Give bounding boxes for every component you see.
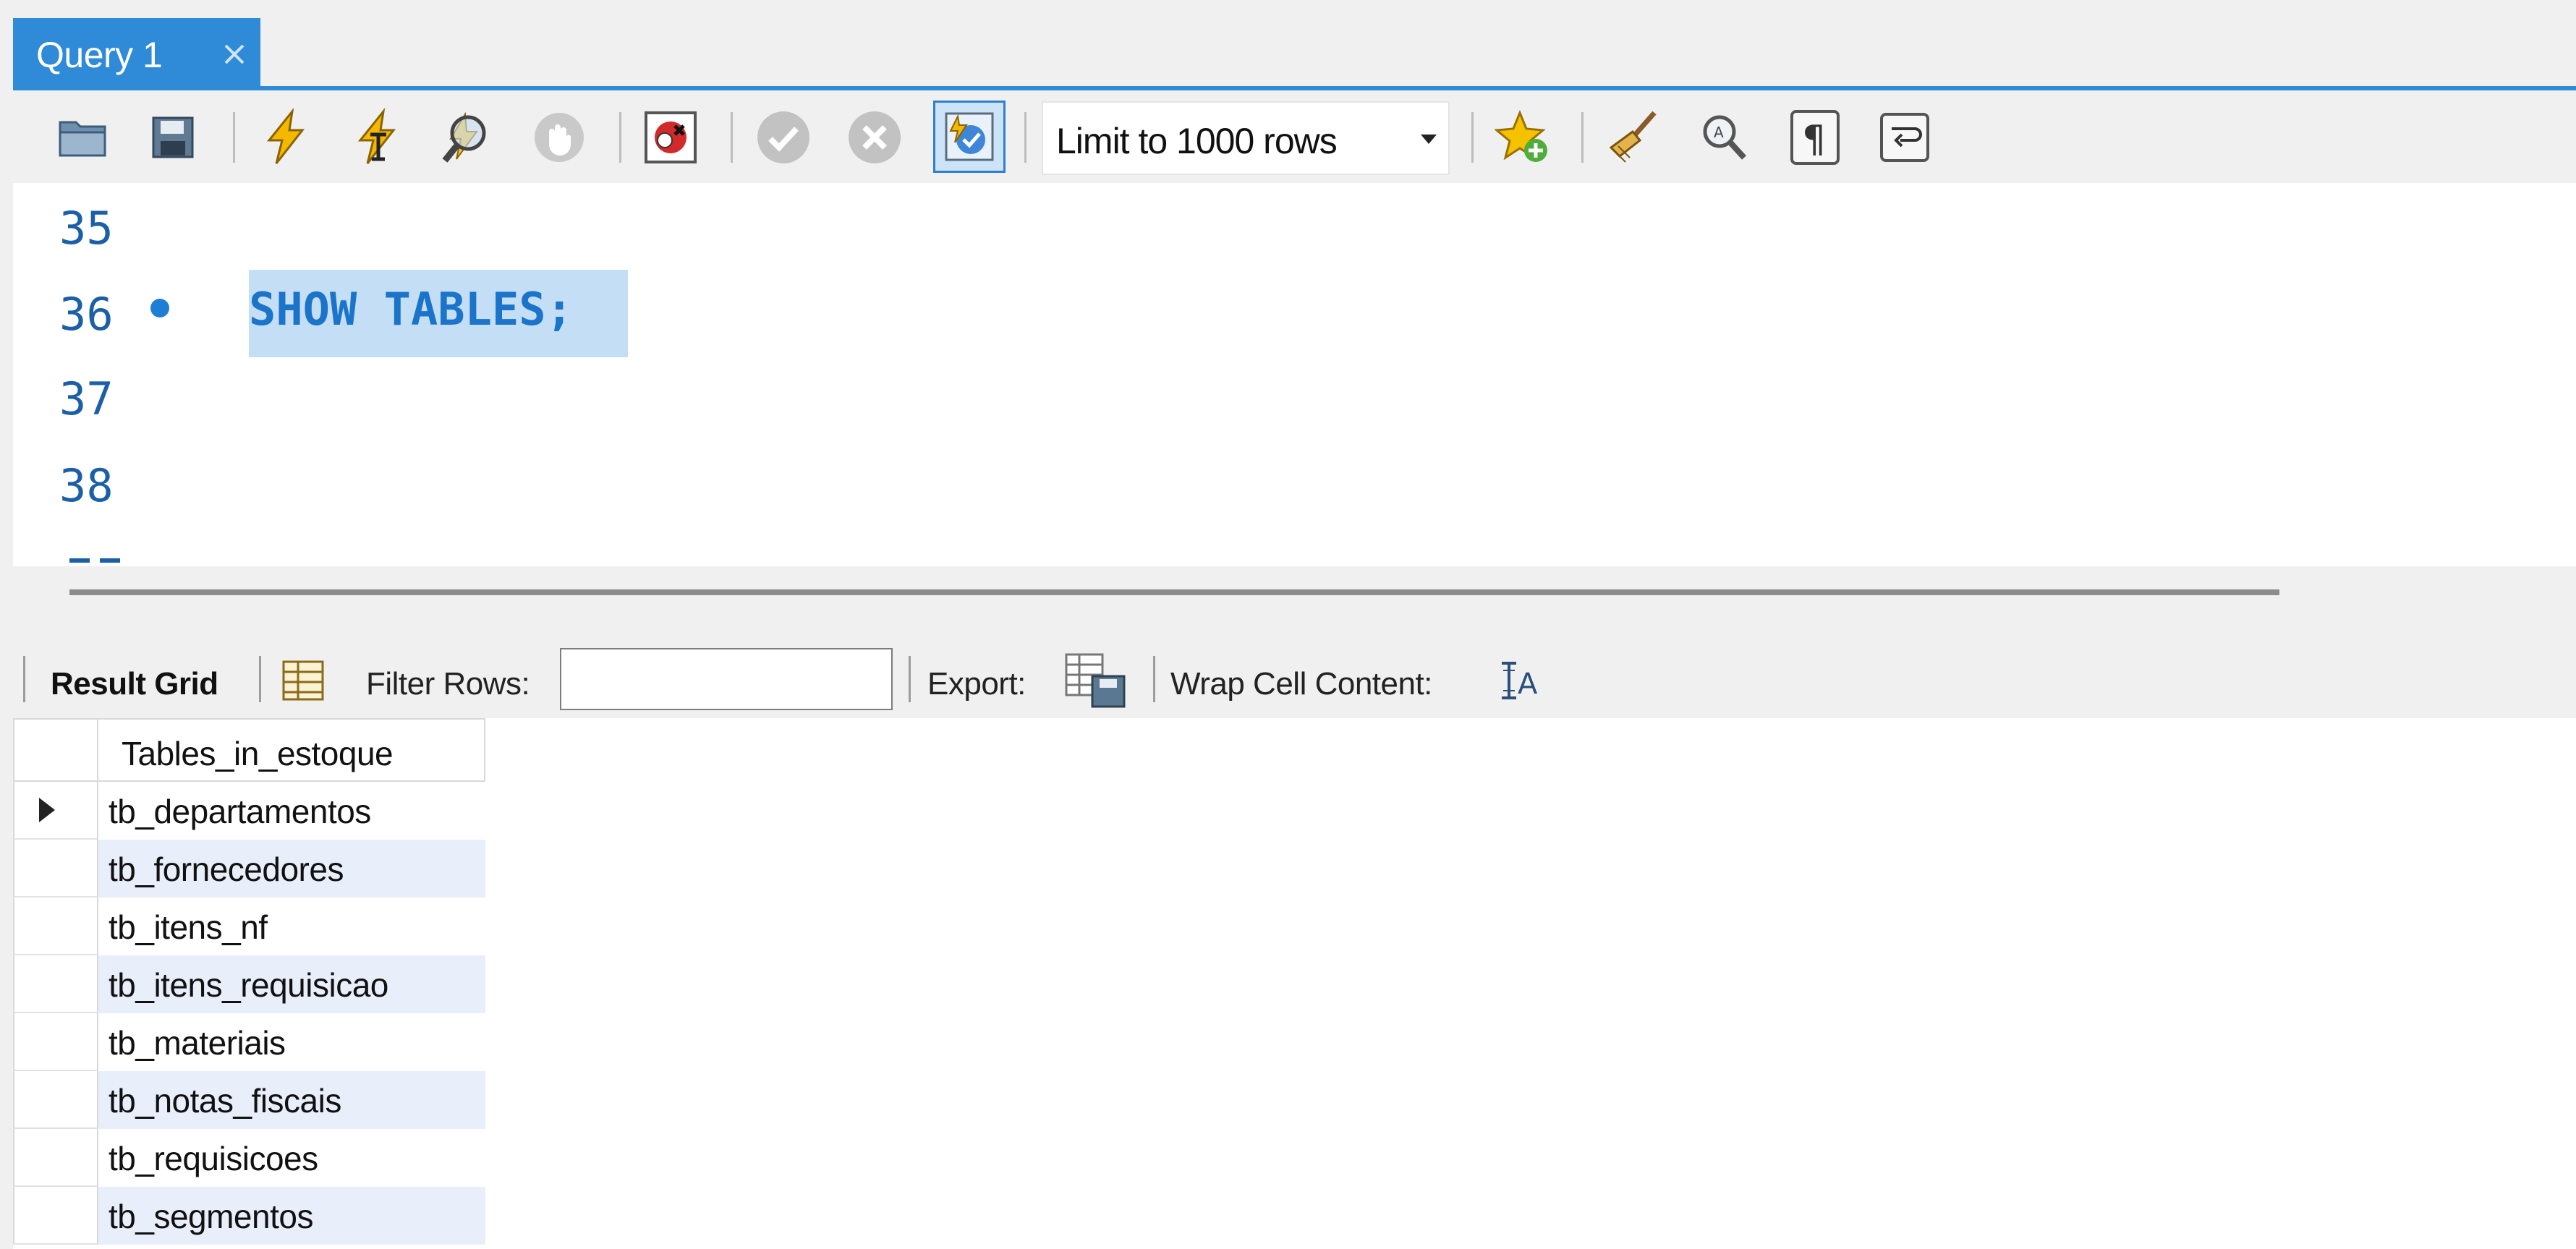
table-cell[interactable]: tb_segmentos <box>98 1187 485 1245</box>
line-number: 38 <box>59 459 114 512</box>
cell-text: tb_itens_nf <box>109 908 268 946</box>
statement-marker-icon <box>150 299 169 317</box>
stop-on-error-icon[interactable] <box>639 106 702 169</box>
toolbar-separator <box>1581 112 1584 163</box>
add-snippet-icon[interactable] <box>1492 106 1554 169</box>
result-grid-tab[interactable]: Result Grid <box>51 666 218 702</box>
cell-text: tb_itens_requisicao <box>109 966 388 1004</box>
cell-text: tb_notas_fiscais <box>109 1082 341 1120</box>
toolbar-separator <box>23 656 25 702</box>
toolbar-separator <box>619 112 621 163</box>
invisible-chars-icon[interactable]: ¶ <box>1784 106 1846 169</box>
horizontal-scrollbar[interactable] <box>69 589 2279 595</box>
row-gutter[interactable] <box>13 955 98 1013</box>
result-grid[interactable]: Tables_in_estoque tb_departamentos tb_fo… <box>13 718 2576 1249</box>
table-row[interactable]: tb_requisicoes <box>13 1129 485 1187</box>
tab-label: Query 1 <box>36 35 163 75</box>
explain-icon[interactable] <box>437 106 499 169</box>
cell-text: tb_fornecedores <box>109 851 344 888</box>
tab-query-1[interactable]: Query 1 <box>13 18 260 89</box>
table-cell[interactable]: tb_notas_fiscais <box>98 1071 485 1129</box>
line-number: 37 <box>59 372 114 425</box>
sql-editor[interactable]: 35 36 SHOW TABLES; 37 38 <box>13 183 2576 566</box>
row-gutter[interactable] <box>13 1129 98 1187</box>
svg-text:¶: ¶ <box>1802 118 1826 161</box>
row-gutter[interactable] <box>13 1187 98 1245</box>
table-row[interactable]: tb_notas_fiscais <box>13 1071 485 1129</box>
toolbar-separator <box>1471 112 1474 163</box>
sql-toolbar: Limit to 1000 rows A ¶ <box>0 90 2576 183</box>
table-row[interactable]: tb_segmentos <box>13 1187 485 1245</box>
commit-icon[interactable] <box>752 106 815 169</box>
grid-corner[interactable] <box>13 718 98 782</box>
table-row[interactable]: tb_materiais <box>13 1013 485 1071</box>
table-cell[interactable]: tb_requisicoes <box>98 1129 485 1187</box>
row-gutter[interactable] <box>13 898 98 955</box>
table-row[interactable]: tb_fornecedores <box>13 840 485 898</box>
row-gutter[interactable] <box>13 840 98 898</box>
column-header-label: Tables_in_estoque <box>122 735 394 772</box>
filter-rows-input[interactable] <box>560 648 893 710</box>
result-toolbar: Result Grid Filter Rows: Export: Wrap Ce… <box>0 639 2576 718</box>
toolbar-separator <box>233 112 235 163</box>
code-line[interactable]: SHOW TABLES; <box>249 283 573 336</box>
limit-rows-select[interactable]: Limit to 1000 rows <box>1042 101 1450 175</box>
table-row[interactable]: tb_itens_requisicao <box>13 955 485 1013</box>
svg-text:A: A <box>1714 124 1724 141</box>
cell-text: tb_materiais <box>109 1024 286 1062</box>
rollback-icon[interactable] <box>843 106 906 169</box>
cell-text: tb_segmentos <box>109 1198 313 1235</box>
tab-bar: Query 1 <box>0 0 2576 90</box>
line-number: 35 <box>59 202 114 255</box>
autocommit-icon[interactable] <box>933 101 1006 173</box>
table-cell[interactable]: tb_itens_requisicao <box>98 955 485 1013</box>
table-row[interactable]: tb_itens_nf <box>13 898 485 955</box>
wrap-cell-icon[interactable]: A <box>1497 660 1541 701</box>
wrap-lines-icon[interactable] <box>1874 106 1936 169</box>
toolbar-separator <box>1024 112 1026 163</box>
panel-splitter[interactable] <box>0 566 2576 639</box>
table-cell[interactable]: tb_itens_nf <box>98 898 485 955</box>
table-cell[interactable]: tb_fornecedores <box>98 840 485 898</box>
cell-text: tb_departamentos <box>109 793 371 830</box>
current-row-arrow-icon <box>39 798 55 822</box>
find-icon[interactable]: A <box>1693 106 1755 169</box>
export-icon[interactable] <box>1063 652 1130 709</box>
row-gutter[interactable] <box>13 1013 98 1071</box>
line-number: 36 <box>59 288 114 341</box>
export-label: Export: <box>927 666 1026 702</box>
save-icon[interactable] <box>142 106 204 169</box>
svg-text:A: A <box>1518 668 1538 701</box>
beautify-icon[interactable] <box>1602 106 1664 169</box>
form-editor-icon[interactable] <box>281 659 326 702</box>
toolbar-separator <box>909 656 911 702</box>
filter-rows-label: Filter Rows: <box>366 666 530 702</box>
row-gutter[interactable] <box>13 782 98 840</box>
row-gutter[interactable] <box>13 1071 98 1129</box>
toolbar-separator <box>731 112 733 163</box>
line-number-clipped <box>59 555 132 566</box>
grid-header: Tables_in_estoque <box>13 718 485 783</box>
toolbar-separator <box>259 656 261 702</box>
column-header[interactable]: Tables_in_estoque <box>98 718 485 782</box>
limit-rows-label: Limit to 1000 rows <box>1056 121 1338 161</box>
wrap-cell-label: Wrap Cell Content: <box>1170 666 1432 702</box>
chevron-down-icon <box>1421 135 1437 144</box>
table-row[interactable]: tb_departamentos <box>13 782 485 840</box>
toolbar-separator <box>1153 656 1155 702</box>
table-cell[interactable]: tb_materiais <box>98 1013 485 1071</box>
execute-current-icon[interactable] <box>346 106 408 169</box>
open-folder-icon[interactable] <box>52 106 114 169</box>
table-cell[interactable]: tb_departamentos <box>98 782 485 840</box>
close-icon[interactable] <box>218 38 250 70</box>
execute-icon[interactable] <box>255 106 317 169</box>
stop-icon[interactable] <box>528 106 590 169</box>
cell-text: tb_requisicoes <box>109 1140 318 1177</box>
